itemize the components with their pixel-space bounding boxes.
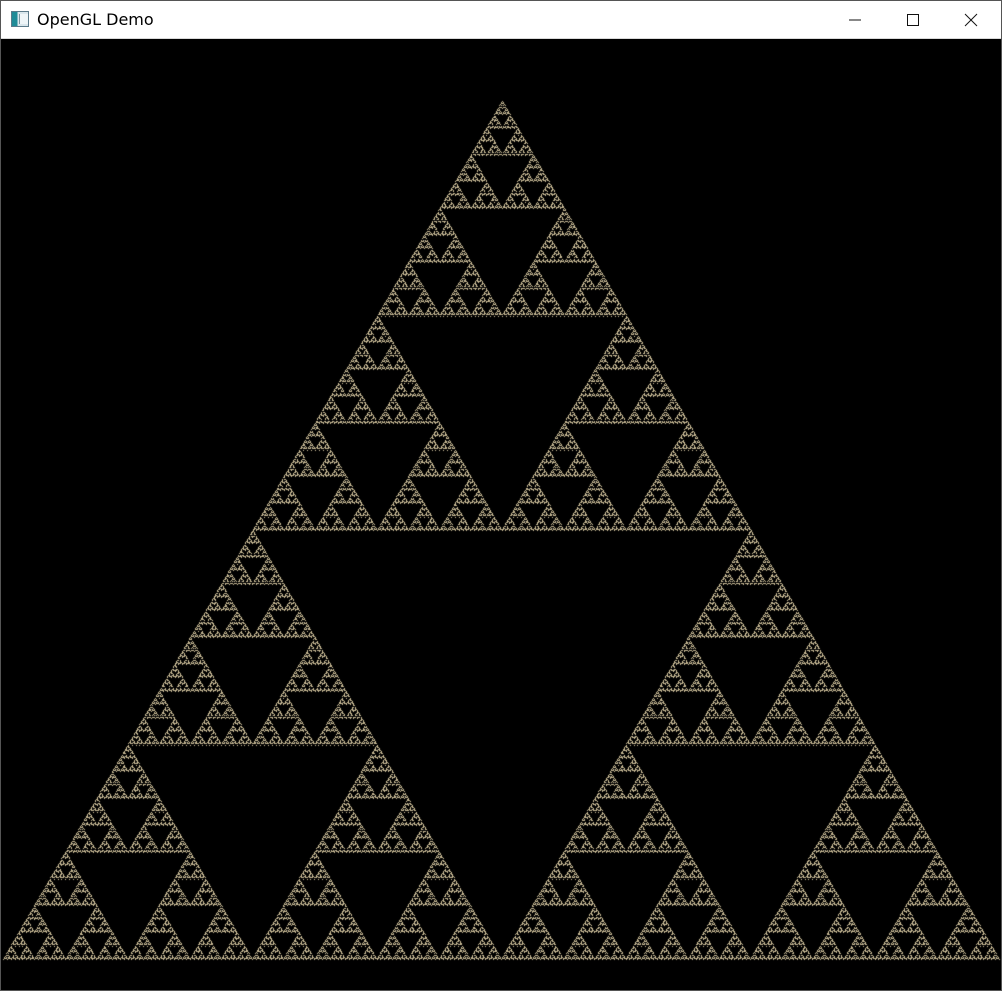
maximize-icon xyxy=(907,14,919,26)
close-button[interactable] xyxy=(942,1,1000,39)
sierpinski-triangle xyxy=(1,39,1001,990)
opengl-window-icon xyxy=(11,11,29,27)
opengl-window: OpenGL Demo xyxy=(0,0,1002,991)
opengl-canvas[interactable] xyxy=(1,39,1001,990)
minimize-button[interactable] xyxy=(826,1,884,39)
title-bar[interactable]: OpenGL Demo xyxy=(1,1,1001,39)
maximize-button[interactable] xyxy=(884,1,942,39)
minimize-icon xyxy=(849,19,861,21)
close-icon xyxy=(964,13,978,27)
window-title: OpenGL Demo xyxy=(37,10,154,29)
